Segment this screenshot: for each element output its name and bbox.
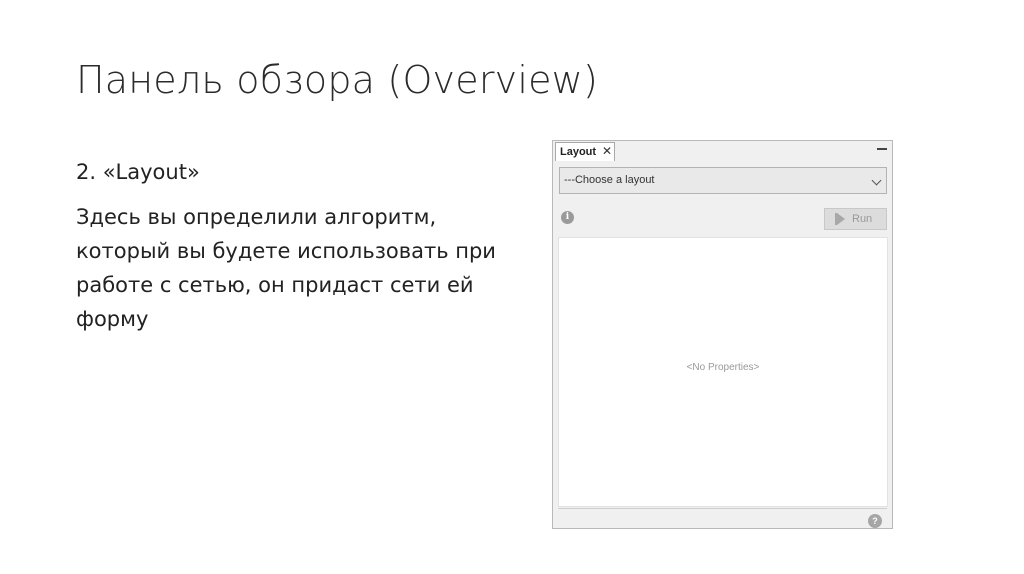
help-icon[interactable]: ?: [868, 514, 882, 528]
minimize-icon[interactable]: [877, 148, 887, 150]
run-button[interactable]: Run: [824, 208, 887, 230]
layout-select[interactable]: ---Choose a layout: [559, 167, 887, 194]
panel-header: Layout ✕: [553, 141, 892, 161]
info-icon[interactable]: i: [561, 211, 574, 224]
properties-area: <No Properties>: [558, 237, 888, 507]
slide-subtitle: 2. «Layout»: [76, 160, 200, 184]
slide-title: Панель обзора (Overview): [76, 58, 598, 102]
play-icon: [835, 213, 845, 225]
run-button-label: Run: [852, 213, 873, 225]
layout-panel: Layout ✕ ---Choose a layout i Run <No Pr…: [552, 140, 893, 529]
tab-layout-label: Layout: [560, 146, 597, 158]
close-icon[interactable]: ✕: [602, 143, 612, 160]
tab-layout[interactable]: Layout ✕: [555, 142, 615, 161]
slide-body-text: Здесь вы определили алгоритм, который вы…: [76, 205, 496, 331]
no-properties-text: <No Properties>: [686, 362, 760, 373]
panel-divider: [558, 508, 887, 509]
chevron-down-icon: [871, 175, 882, 186]
layout-select-value: ---Choose a layout: [564, 174, 655, 186]
